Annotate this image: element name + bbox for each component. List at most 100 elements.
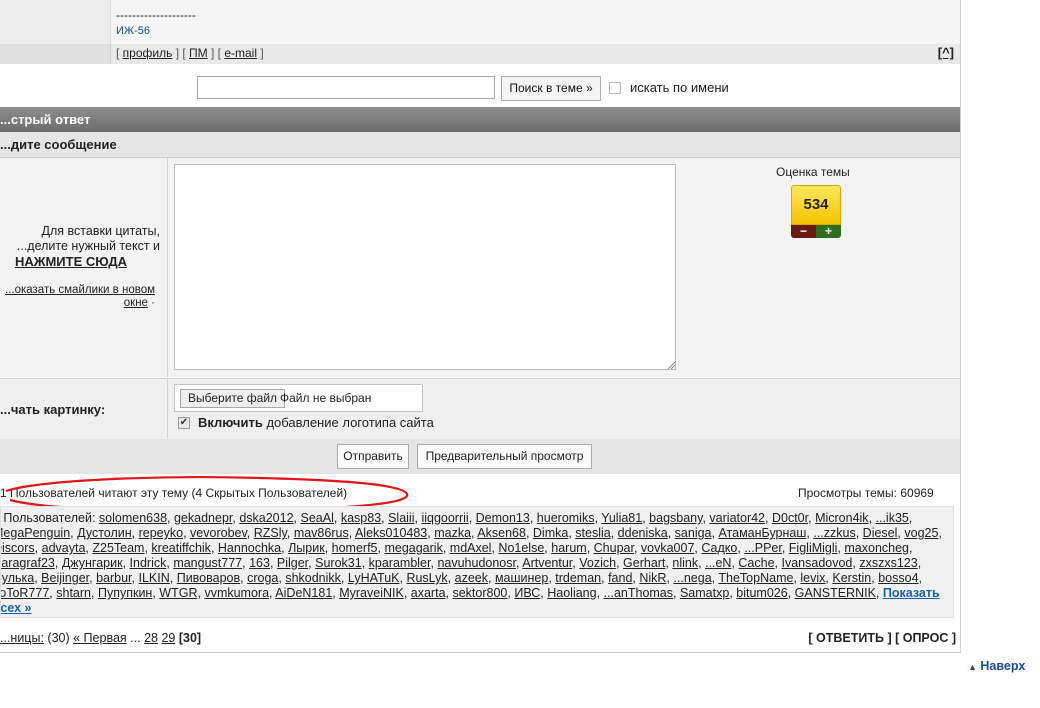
reader-user-link[interactable]: bagsbany bbox=[649, 511, 702, 525]
reader-user-link[interactable]: Z25Team bbox=[92, 541, 144, 555]
reader-user-link[interactable]: MegaPenguin bbox=[1, 526, 70, 540]
reader-user-link[interactable]: Дустолин bbox=[77, 526, 132, 540]
reader-user-link[interactable]: Пупупкин bbox=[98, 586, 152, 600]
reader-user-link[interactable]: Slaiii bbox=[388, 511, 414, 525]
reader-user-link[interactable]: nlink bbox=[672, 556, 698, 570]
reader-user-link[interactable]: azeek bbox=[455, 571, 488, 585]
reader-user-link[interactable]: ddeniska bbox=[618, 526, 668, 540]
reader-user-link[interactable]: WTGR bbox=[159, 586, 197, 600]
reader-user-link[interactable]: ...eN bbox=[705, 556, 731, 570]
reader-user-link[interactable]: advayta bbox=[42, 541, 86, 555]
reader-user-link[interactable]: homerf5 bbox=[332, 541, 378, 555]
resize-grip-icon[interactable] bbox=[667, 361, 675, 369]
reader-user-link[interactable]: Artventur bbox=[522, 556, 572, 570]
reader-user-link[interactable]: RZSly bbox=[254, 526, 287, 540]
reader-user-link[interactable]: croga bbox=[247, 571, 278, 585]
reader-user-link[interactable]: Пивоваров bbox=[177, 571, 240, 585]
reader-user-link[interactable]: Paragraf23 bbox=[1, 556, 55, 570]
message-textarea[interactable] bbox=[174, 164, 676, 370]
reader-user-link[interactable]: ToToR777 bbox=[1, 586, 49, 600]
reader-user-link[interactable]: Surok31 bbox=[315, 556, 362, 570]
rating-minus-button[interactable]: − bbox=[791, 225, 816, 238]
reader-user-link[interactable]: SeaAl bbox=[301, 511, 334, 525]
reader-user-link[interactable]: AiDeN181 bbox=[275, 586, 332, 600]
smilies-popup-link[interactable]: ...оказать смайлики в новом окне bbox=[5, 284, 155, 309]
reader-user-link[interactable]: ...zzkus bbox=[813, 526, 855, 540]
reader-user-link[interactable]: No1else bbox=[498, 541, 544, 555]
page-link[interactable]: 28 bbox=[144, 631, 158, 645]
reader-user-link[interactable]: Micron4ik bbox=[815, 511, 869, 525]
reader-user-link[interactable]: mazka bbox=[434, 526, 471, 540]
reader-user-link[interactable]: iiqgoorrii bbox=[421, 511, 468, 525]
reader-user-link[interactable]: kreatiffchik bbox=[151, 541, 211, 555]
reader-user-link[interactable]: Лырик bbox=[288, 541, 325, 555]
reader-user-link[interactable]: мулька bbox=[1, 571, 34, 585]
reader-user-link[interactable]: NikR bbox=[639, 571, 666, 585]
reader-user-link[interactable]: Pilger bbox=[277, 556, 308, 570]
reader-user-link[interactable]: solomen638 bbox=[99, 511, 167, 525]
reader-user-link[interactable]: barbur bbox=[96, 571, 131, 585]
reader-user-link[interactable]: zxszxs123 bbox=[859, 556, 917, 570]
reader-user-link[interactable]: Yulia81 bbox=[601, 511, 642, 525]
choose-file-button[interactable]: Выберите файл bbox=[180, 389, 286, 408]
reader-user-link[interactable]: ...ik35 bbox=[876, 511, 909, 525]
reader-user-link[interactable]: Samatxp bbox=[680, 586, 729, 600]
topic-search-button[interactable]: Поиск в теме » bbox=[501, 76, 601, 101]
pages-label[interactable]: ...ницы: bbox=[0, 631, 44, 645]
reader-user-link[interactable]: sektor800 bbox=[452, 586, 507, 600]
reader-user-link[interactable]: GANSTERNIK bbox=[795, 586, 876, 600]
reader-user-link[interactable]: navuhudonosr bbox=[437, 556, 516, 570]
reader-user-link[interactable]: ...anThomas bbox=[604, 586, 673, 600]
reader-user-link[interactable]: 163 bbox=[249, 556, 270, 570]
insert-quote-link[interactable]: НАЖМИТЕ СЮДА bbox=[0, 254, 127, 269]
scroll-top-link[interactable]: [^] bbox=[938, 45, 954, 60]
reader-user-link[interactable]: mdAxel bbox=[450, 541, 492, 555]
reader-user-link[interactable]: Dimka bbox=[533, 526, 568, 540]
reader-user-link[interactable]: Haoliang bbox=[547, 586, 596, 600]
reader-user-link[interactable]: Vozich bbox=[579, 556, 616, 570]
reader-user-link[interactable]: ...nega bbox=[673, 571, 711, 585]
reader-user-link[interactable]: Demon13 bbox=[476, 511, 530, 525]
first-page-link[interactable]: « Первая bbox=[73, 631, 127, 645]
reader-user-link[interactable]: steslia bbox=[575, 526, 610, 540]
topic-search-input[interactable] bbox=[197, 76, 495, 99]
reader-user-link[interactable]: Hannochka bbox=[218, 541, 281, 555]
send-button[interactable]: Отправить bbox=[337, 444, 409, 469]
reader-user-link[interactable]: vvmkumora bbox=[204, 586, 269, 600]
reader-user-link[interactable]: mangust777 bbox=[173, 556, 242, 570]
reader-user-link[interactable]: ILKIN bbox=[138, 571, 169, 585]
reader-user-link[interactable]: MyraveiNIK bbox=[339, 586, 404, 600]
reader-user-link[interactable]: megagarik bbox=[384, 541, 442, 555]
reader-user-link[interactable]: Chupar bbox=[594, 541, 634, 555]
reader-user-link[interactable]: hueromiks bbox=[537, 511, 595, 525]
profile-link[interactable]: профиль bbox=[123, 46, 173, 60]
reader-user-link[interactable]: gekadnepr bbox=[174, 511, 232, 525]
reader-user-link[interactable]: trdeman bbox=[555, 571, 601, 585]
search-by-name-checkbox[interactable] bbox=[609, 82, 621, 94]
reader-user-link[interactable]: Discors bbox=[1, 541, 35, 555]
reader-user-link[interactable]: variator42 bbox=[709, 511, 765, 525]
reader-user-link[interactable]: maxoncheg bbox=[844, 541, 909, 555]
reader-user-link[interactable]: Ivansadovod bbox=[782, 556, 853, 570]
reader-user-link[interactable]: Джунгарик bbox=[62, 556, 123, 570]
reader-user-link[interactable]: Cache bbox=[738, 556, 774, 570]
reader-user-link[interactable]: Gerhart bbox=[623, 556, 665, 570]
reader-user-link[interactable]: shtarn bbox=[56, 586, 91, 600]
reader-user-link[interactable]: mav86rus bbox=[294, 526, 349, 540]
reader-user-link[interactable]: vog25 bbox=[904, 526, 938, 540]
reply-link[interactable]: [ ОТВЕТИТЬ ] bbox=[808, 631, 891, 645]
reader-user-link[interactable]: машинер bbox=[495, 571, 548, 585]
reader-user-link[interactable]: bosso4 bbox=[878, 571, 918, 585]
reader-user-link[interactable]: LyHATuK bbox=[348, 571, 400, 585]
reader-user-link[interactable]: bitum026 bbox=[736, 586, 787, 600]
back-to-top-link[interactable]: ▲ Наверх bbox=[968, 659, 1025, 673]
reader-user-link[interactable]: saniga bbox=[675, 526, 712, 540]
reader-user-link[interactable]: FigliMigli bbox=[789, 541, 838, 555]
back-to-top-label[interactable]: Наверх bbox=[980, 659, 1025, 673]
reader-user-link[interactable]: Aksen68 bbox=[477, 526, 526, 540]
reader-user-link[interactable]: levix bbox=[800, 571, 825, 585]
add-logo-checkbox[interactable]: ✔ bbox=[178, 417, 190, 429]
reader-user-link[interactable]: kparambler bbox=[369, 556, 431, 570]
reader-user-link[interactable]: repeyko bbox=[139, 526, 183, 540]
page-link[interactable]: 29 bbox=[161, 631, 175, 645]
